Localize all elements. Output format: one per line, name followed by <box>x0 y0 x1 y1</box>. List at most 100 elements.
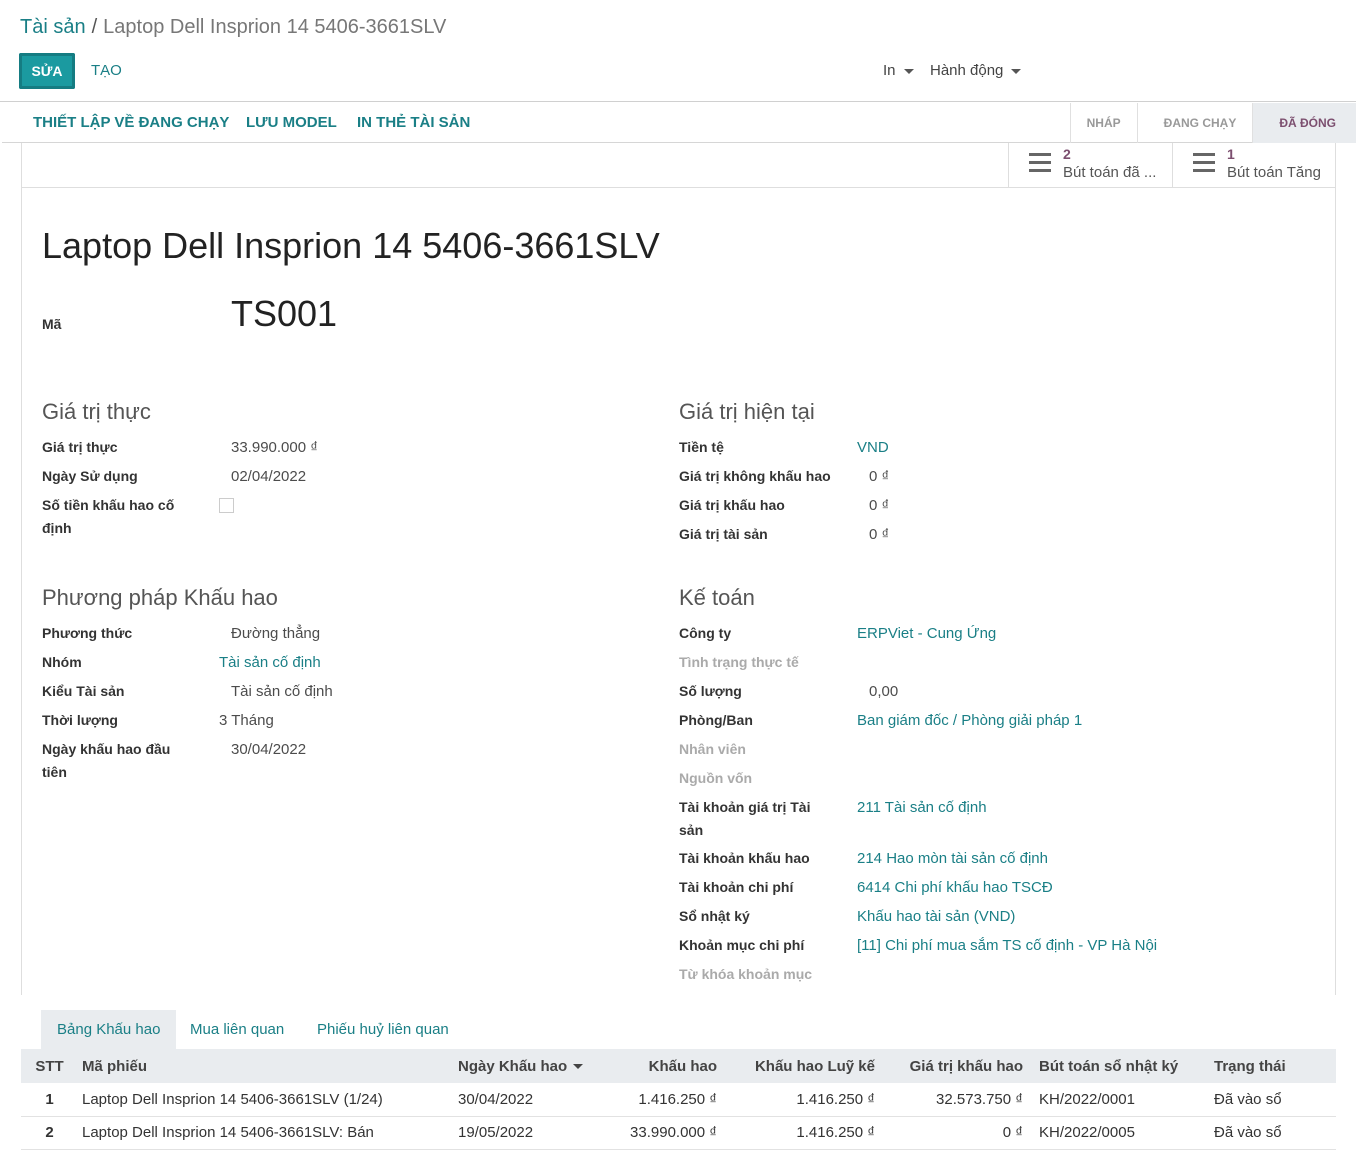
field-label: Giá trị tài sản <box>679 526 768 542</box>
journal-entries-smart-button[interactable]: 2 Bút toán đã ... <box>1008 143 1172 188</box>
section-accounting: Kế toán <box>679 585 755 610</box>
cell-date: 30/04/2022 <box>450 1083 610 1117</box>
expense-item-field[interactable]: [11] Chi phí mua sắm TS cố định - VP Hà … <box>857 934 1157 957</box>
stage-running[interactable]: ĐANG CHẠY <box>1136 103 1253 143</box>
list-icon <box>1029 153 1051 177</box>
form-statusbar: THIẾT LẬP VỀ ĐANG CHẠY LƯU MODEL IN THẺ … <box>2 103 1356 143</box>
non-depreciable-value: 0 ₫ <box>869 468 890 485</box>
save-model-button[interactable]: LƯU MODEL <box>246 114 337 131</box>
breadcrumb-current: Laptop Dell Insprion 14 5406-3661SLV <box>103 16 447 38</box>
cell-state: Đã vào sổ <box>1206 1083 1336 1117</box>
duration-unit: Tháng <box>231 712 274 729</box>
code-label: Mã <box>42 316 62 332</box>
field-label: Giá trị không khấu hao <box>679 468 831 484</box>
field-label: Tài khoản khấu hao <box>679 850 810 866</box>
cell-stt: 1 <box>21 1083 78 1117</box>
company-field[interactable]: ERPViet - Cung Ứng <box>857 622 996 645</box>
field-label: Số lượng <box>679 683 742 699</box>
asset-account-field[interactable]: 211 Tài sản cố định <box>857 796 987 819</box>
table-row[interactable]: 2 Laptop Dell Insprion 14 5406-3661SLV: … <box>21 1116 1336 1150</box>
print-asset-card-button[interactable]: IN THẺ TÀI SẢN <box>357 114 470 131</box>
section-original-value: Giá trị thực <box>42 399 151 424</box>
category-field[interactable]: Tài sản cố định <box>219 651 321 674</box>
print-dropdown[interactable]: In <box>883 62 914 79</box>
field-label: Ngày khấu hao đầu tiên <box>42 741 171 780</box>
cell-journal-entry: KH/2022/0001 <box>1031 1083 1206 1117</box>
create-button[interactable]: TẠO <box>91 62 122 79</box>
field-label: Giá trị thực <box>42 439 118 455</box>
depreciation-table: STT Mã phiếu Ngày Khấu hao Khấu hao Khấu… <box>21 1049 1336 1150</box>
column-header-date-label: Ngày Khấu hao <box>458 1057 568 1075</box>
column-header-amount[interactable]: Khấu hao <box>610 1049 725 1083</box>
tab-related-disposals[interactable]: Phiếu huỷ liên quan <box>301 1010 465 1049</box>
action-dropdown-label: Hành động <box>930 62 1004 79</box>
breadcrumb-root-link[interactable]: Tài sản <box>20 16 86 38</box>
list-icon <box>1193 153 1215 177</box>
field-label: Công ty <box>679 625 732 641</box>
column-header-remaining[interactable]: Giá trị khấu hao <box>883 1049 1031 1083</box>
sort-descending-icon <box>573 1064 584 1070</box>
field-label: Sổ nhật ký <box>679 908 750 924</box>
asset-type-field[interactable]: Tài sản cố định <box>231 680 333 703</box>
field-label: Ngày Sử dụng <box>42 468 138 484</box>
expense-account-field[interactable]: 6414 Chi phí khấu hao TSCĐ <box>857 876 1053 899</box>
action-dropdown[interactable]: Hành động <box>930 62 1022 79</box>
breadcrumb: Tài sản / Laptop Dell Insprion 14 5406-366… <box>20 16 446 39</box>
department-field[interactable]: Ban giám đốc / Phòng giải pháp 1 <box>857 709 1082 732</box>
field-label: Khoản mục chi phí <box>679 937 805 953</box>
control-panel: Tài sản / Laptop Dell Insprion 14 5406-366… <box>0 0 1356 102</box>
duration-field[interactable]: 3 Tháng <box>219 709 274 732</box>
depreciation-account-field[interactable]: 214 Hao mòn tài sản cố định <box>857 847 1048 870</box>
increase-entries-smart-button[interactable]: 1 Bút toán Tăng <box>1172 143 1335 188</box>
smart-button-label: Bút toán Tăng <box>1227 164 1321 181</box>
field-label: Từ khóa khoản mục <box>679 966 813 982</box>
depreciation-notebook: Bảng Khấu hao Mua liên quan Phiếu huỷ li… <box>21 1003 1336 1160</box>
chevron-down-icon <box>1011 68 1022 74</box>
tab-depreciation-board[interactable]: Bảng Khấu hao <box>41 1010 177 1049</box>
status-stages: NHÁP ĐANG CHẠY ĐÃ ĐÓNG <box>1069 103 1356 143</box>
field-label: Tiền tệ <box>679 439 724 455</box>
currency-field[interactable]: VND <box>857 436 889 459</box>
field-label: Thời lượng <box>42 712 118 728</box>
method-field[interactable]: Đường thẳng <box>231 622 320 645</box>
stage-closed[interactable]: ĐÃ ĐÓNG <box>1252 103 1356 143</box>
field-label: Nhóm <box>42 654 82 670</box>
asset-value: 0 ₫ <box>869 526 890 543</box>
cell-journal-entry: KH/2022/0005 <box>1031 1116 1206 1150</box>
column-header-date[interactable]: Ngày Khấu hao <box>450 1049 610 1083</box>
column-header-accumulated[interactable]: Khấu hao Luỹ kế <box>725 1049 883 1083</box>
notebook-tabs: Bảng Khấu hao Mua liên quan Phiếu huỷ li… <box>21 1003 1336 1049</box>
column-header-state[interactable]: Trạng thái <box>1206 1049 1336 1083</box>
set-to-running-button[interactable]: THIẾT LẬP VỀ ĐANG CHẠY <box>33 114 229 131</box>
column-header-journal-entry[interactable]: Bút toán sổ nhật ký <box>1031 1049 1206 1083</box>
fixed-depreciation-checkbox[interactable] <box>219 498 234 513</box>
chevron-down-icon <box>903 68 914 74</box>
print-dropdown-label: In <box>883 62 896 79</box>
column-header-stt[interactable]: STT <box>21 1049 78 1083</box>
first-depreciation-date-field[interactable]: 30/04/2022 <box>231 738 306 761</box>
cell-code: Laptop Dell Insprion 14 5406-3661SLV: Bá… <box>78 1116 450 1150</box>
field-label: Số tiền khấu hao cố định <box>42 497 175 536</box>
cell-amount: 33.990.000 ₫ <box>610 1116 725 1150</box>
table-row[interactable]: 1 Laptop Dell Insprion 14 5406-3661SLV (… <box>21 1083 1336 1117</box>
cell-code: Laptop Dell Insprion 14 5406-3661SLV (1/… <box>78 1083 450 1117</box>
use-date-field[interactable]: 02/04/2022 <box>231 465 306 488</box>
edit-button[interactable]: SỬA <box>19 53 75 89</box>
tab-related-purchases[interactable]: Mua liên quan <box>174 1010 300 1049</box>
stage-draft[interactable]: NHÁP <box>1069 103 1137 143</box>
cell-accumulated: 1.416.250 ₫ <box>725 1083 883 1117</box>
form-sheet: 2 Bút toán đã ... 1 Bút toán Tăng Laptop… <box>21 143 1336 995</box>
depreciable-value: 0 ₫ <box>869 497 890 514</box>
code-value[interactable]: TS001 <box>231 293 337 335</box>
column-header-code[interactable]: Mã phiếu <box>78 1049 450 1083</box>
original-value-field[interactable]: 33.990.000 ₫ <box>231 436 318 459</box>
journal-field[interactable]: Khấu hao tài sản (VND) <box>857 905 1015 928</box>
section-depreciation-method: Phương pháp Khấu hao <box>42 585 278 610</box>
cell-remaining: 32.573.750 ₫ <box>883 1083 1031 1117</box>
duration-number: 3 <box>219 712 228 729</box>
field-label: Tài khoản chi phí <box>679 879 794 895</box>
field-label: Nguồn vốn <box>679 770 753 786</box>
record-title[interactable]: Laptop Dell Insprion 14 5406-3661SLV <box>42 225 660 267</box>
smart-button-label: Bút toán đã ... <box>1063 164 1157 181</box>
quantity-field[interactable]: 0,00 <box>869 680 898 703</box>
